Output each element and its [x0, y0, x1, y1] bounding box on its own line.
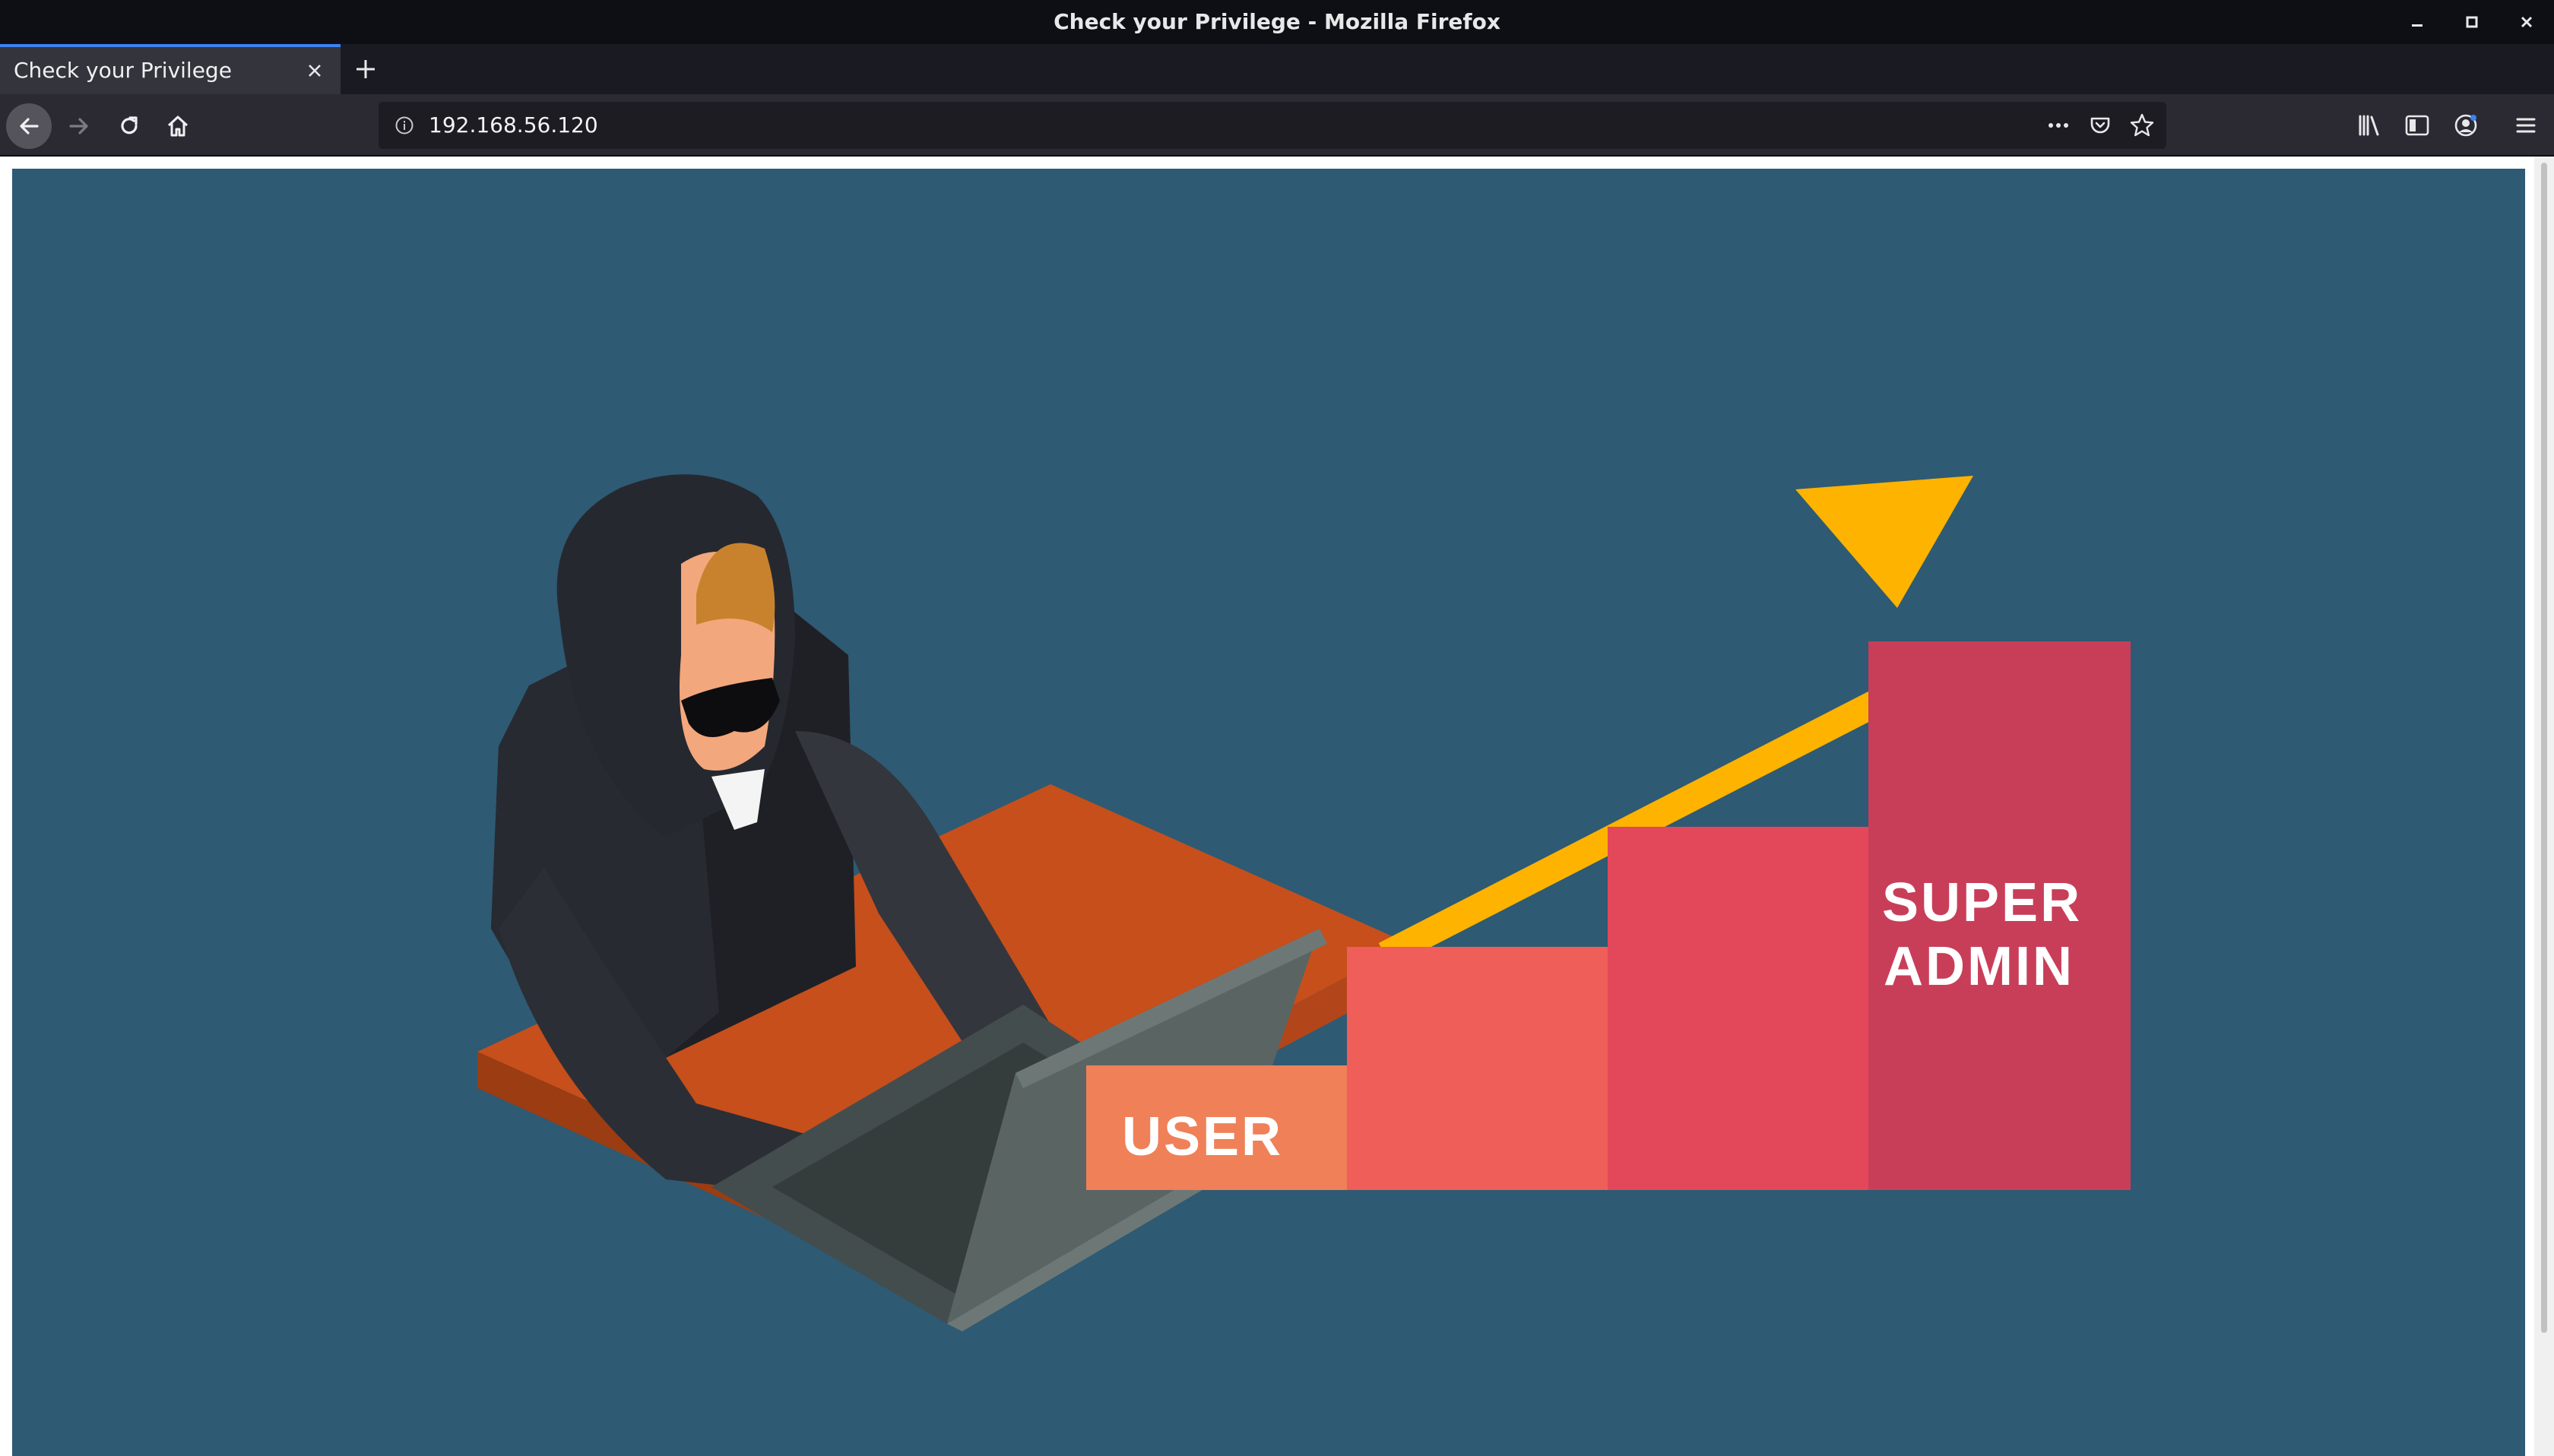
ellipsis-icon: [2049, 123, 2068, 128]
sidebar-icon: [2405, 115, 2429, 136]
window-titlebar: Check your Privilege - Mozilla Firefox: [0, 0, 2554, 44]
account-icon: [2454, 114, 2477, 137]
admin-label: ADMIN: [1884, 936, 2074, 997]
minimize-button[interactable]: [2394, 0, 2440, 44]
info-icon: [395, 116, 414, 135]
page-content: USER SUPER ADMIN: [0, 157, 2554, 1456]
reload-icon: [121, 116, 138, 135]
maximize-icon: [2466, 16, 2478, 28]
back-button[interactable]: [6, 103, 52, 149]
page-actions-button[interactable]: [2043, 110, 2074, 141]
close-icon: [2521, 16, 2533, 28]
privilege-escalation-illustration: USER SUPER ADMIN: [12, 169, 2525, 1456]
forward-button[interactable]: [56, 103, 102, 149]
star-icon: [2130, 113, 2154, 137]
library-icon: [2359, 115, 2379, 136]
hero-illustration: USER SUPER ADMIN: [12, 169, 2525, 1456]
library-button[interactable]: [2350, 106, 2388, 144]
tab-close-button[interactable]: [299, 55, 330, 86]
step-2: [1347, 947, 1609, 1190]
home-icon: [167, 116, 189, 137]
save-to-pocket-button[interactable]: [2085, 110, 2115, 141]
illustration-background: [12, 169, 2525, 1456]
hamburger-menu-icon: [2516, 118, 2536, 133]
tab-label: Check your Privilege: [14, 58, 232, 83]
pocket-icon: [2090, 117, 2110, 134]
bookmark-star-button[interactable]: [2127, 110, 2157, 141]
open-menu-button[interactable]: [2507, 106, 2545, 144]
navigation-toolbar: 192.168.56.120: [0, 94, 2554, 157]
site-info-button[interactable]: [391, 112, 418, 139]
scrollbar-thumb[interactable]: [2541, 163, 2547, 1333]
url-bar[interactable]: 192.168.56.120: [379, 102, 2166, 149]
vertical-scrollbar[interactable]: [2534, 157, 2554, 1456]
step-3: [1608, 827, 1870, 1190]
forward-arrow-icon: [69, 118, 88, 135]
super-label: SUPER: [1882, 872, 2082, 933]
tab-strip: Check your Privilege: [0, 44, 2554, 94]
close-window-button[interactable]: [2504, 0, 2549, 44]
minimize-icon: [2412, 24, 2422, 27]
user-label: USER: [1122, 1106, 1283, 1167]
back-arrow-icon: [20, 118, 39, 135]
sidebar-button[interactable]: [2398, 106, 2436, 144]
tab-check-your-privilege[interactable]: Check your Privilege: [0, 44, 341, 94]
close-icon: [309, 65, 321, 77]
maximize-button[interactable]: [2449, 0, 2495, 44]
window-title: Check your Privilege - Mozilla Firefox: [1054, 9, 1500, 34]
account-button[interactable]: [2447, 106, 2485, 144]
plus-icon: [356, 60, 375, 78]
reload-button[interactable]: [106, 103, 152, 149]
new-tab-button[interactable]: [348, 52, 383, 87]
home-button[interactable]: [155, 103, 201, 149]
url-input[interactable]: 192.168.56.120: [429, 102, 598, 149]
